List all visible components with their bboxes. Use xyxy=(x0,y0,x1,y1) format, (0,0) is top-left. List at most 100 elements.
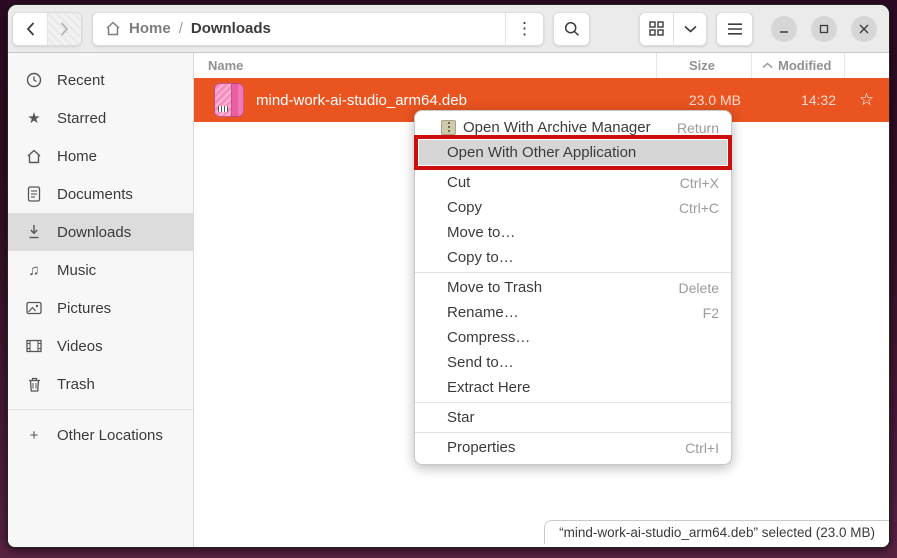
search-icon xyxy=(564,21,580,37)
path-segment-current[interactable]: Downloads xyxy=(191,20,271,37)
deb-package-icon xyxy=(214,83,244,117)
menu-item-star[interactable]: Star xyxy=(415,405,731,430)
sidebar-item-label: Videos xyxy=(57,338,103,355)
archive-manager-icon xyxy=(441,120,456,135)
sidebar-item-home[interactable]: Home xyxy=(8,137,193,175)
plus-icon: + xyxy=(24,427,44,444)
window-controls xyxy=(771,16,877,42)
sidebar-item-downloads[interactable]: Downloads xyxy=(8,213,193,251)
chevron-left-icon xyxy=(26,22,35,36)
maximize-button[interactable] xyxy=(811,16,837,42)
close-icon xyxy=(858,23,870,35)
film-icon xyxy=(24,339,44,353)
column-header-modified-label: Modified xyxy=(778,58,831,73)
menu-item-rename[interactable]: Rename… F2 xyxy=(415,300,731,325)
menu-item-open-with-archive-manager[interactable]: Open With Archive Manager Return xyxy=(415,115,731,140)
maximize-icon xyxy=(818,23,830,35)
file-size: 23.0 MB xyxy=(656,92,751,108)
document-icon xyxy=(24,186,44,202)
sort-ascending-icon xyxy=(762,62,773,69)
menu-item-copy-to[interactable]: Copy to… xyxy=(415,245,731,270)
file-name: mind-work-ai-studio_arm64.deb xyxy=(256,92,467,109)
menu-accel: Ctrl+X xyxy=(680,175,719,191)
menu-item-compress[interactable]: Compress… xyxy=(415,325,731,350)
menu-item-send-to[interactable]: Send to… xyxy=(415,350,731,375)
column-header-size[interactable]: Size xyxy=(656,53,751,78)
column-header-modified[interactable]: Modified xyxy=(751,53,844,78)
location-menu-button[interactable]: ⋮ xyxy=(505,13,543,45)
path-separator: / xyxy=(179,20,183,37)
minimize-button[interactable] xyxy=(771,16,797,42)
menu-item-open-with-other-application[interactable]: Open With Other Application xyxy=(419,140,727,165)
sidebar-divider xyxy=(8,409,193,410)
sidebar-item-videos[interactable]: Videos xyxy=(8,327,193,365)
search-button[interactable] xyxy=(553,12,590,46)
home-icon xyxy=(105,21,121,36)
sidebar-item-starred[interactable]: ★ Starred xyxy=(8,99,193,137)
minimize-icon xyxy=(778,23,790,35)
path-segment-home[interactable]: Home xyxy=(129,20,171,37)
chevron-right-icon xyxy=(60,22,69,36)
photo-icon xyxy=(24,301,44,315)
sidebar-item-music[interactable]: ♫ Music xyxy=(8,251,193,289)
view-options-dropdown-button[interactable] xyxy=(673,13,706,45)
clock-icon xyxy=(24,72,44,88)
star-toggle-icon[interactable]: ☆ xyxy=(844,90,889,110)
grid-view-icon xyxy=(649,21,664,36)
sidebar-item-label: Home xyxy=(57,148,97,165)
menu-accel: Ctrl+I xyxy=(685,440,719,456)
sidebar-item-label: Music xyxy=(57,262,96,279)
menu-item-move-to-trash[interactable]: Move to Trash Delete xyxy=(415,275,731,300)
context-menu: Open With Archive Manager Return Open Wi… xyxy=(414,110,732,465)
menu-item-copy[interactable]: Copy Ctrl+C xyxy=(415,195,731,220)
home-icon xyxy=(24,149,44,164)
sidebar-item-label: Recent xyxy=(57,72,105,89)
chevron-down-icon xyxy=(684,25,697,33)
places-sidebar: Recent ★ Starred Home Documents xyxy=(8,53,194,547)
file-list-pane: Name Size Modified mind-work-ai-studio_a… xyxy=(194,53,889,547)
menu-separator xyxy=(415,432,731,433)
selection-status-text: “mind-work-ai-studio_arm64.deb” selected… xyxy=(559,525,875,540)
app-menu-button[interactable] xyxy=(716,12,753,46)
sidebar-item-label: Other Locations xyxy=(57,427,163,444)
sidebar-item-label: Pictures xyxy=(57,300,111,317)
hamburger-menu-icon xyxy=(727,23,743,35)
toolbar: Home / Downloads ⋮ xyxy=(8,5,889,53)
sidebar-item-label: Downloads xyxy=(57,224,131,241)
sidebar-item-documents[interactable]: Documents xyxy=(8,175,193,213)
sidebar-item-label: Documents xyxy=(57,186,133,203)
sidebar-item-trash[interactable]: Trash xyxy=(8,365,193,403)
sidebar-item-label: Trash xyxy=(57,376,95,393)
grid-view-button[interactable] xyxy=(640,13,673,45)
column-header-star xyxy=(844,53,889,78)
back-button[interactable] xyxy=(13,13,47,45)
view-toggle-group xyxy=(639,12,707,46)
menu-accel: F2 xyxy=(703,305,719,321)
history-nav-group xyxy=(12,12,82,46)
sidebar-item-other-locations[interactable]: + Other Locations xyxy=(8,416,193,454)
forward-button[interactable] xyxy=(47,13,81,45)
menu-accel: Delete xyxy=(679,280,719,296)
music-note-icon: ♫ xyxy=(24,262,44,279)
menu-item-properties[interactable]: Properties Ctrl+I xyxy=(415,435,731,460)
close-button[interactable] xyxy=(851,16,877,42)
menu-item-move-to[interactable]: Move to… xyxy=(415,220,731,245)
sidebar-item-recent[interactable]: Recent xyxy=(8,61,193,99)
column-header-name[interactable]: Name xyxy=(194,58,656,73)
download-icon xyxy=(24,224,44,240)
menu-separator xyxy=(415,167,731,168)
trash-icon xyxy=(24,377,44,392)
file-modified-time: 14:32 xyxy=(751,92,844,108)
sidebar-item-pictures[interactable]: Pictures xyxy=(8,289,193,327)
menu-accel: Ctrl+C xyxy=(679,200,719,216)
file-manager-window: Home / Downloads ⋮ xyxy=(7,4,890,548)
menu-accel: Return xyxy=(677,120,719,136)
path-bar[interactable]: Home / Downloads ⋮ xyxy=(92,12,544,46)
menu-item-cut[interactable]: Cut Ctrl+X xyxy=(415,170,731,195)
sidebar-item-label: Starred xyxy=(57,110,106,127)
menu-separator xyxy=(415,272,731,273)
menu-separator xyxy=(415,402,731,403)
star-icon: ★ xyxy=(24,109,44,127)
list-column-headers: Name Size Modified xyxy=(194,53,889,78)
menu-item-extract-here[interactable]: Extract Here xyxy=(415,375,731,400)
